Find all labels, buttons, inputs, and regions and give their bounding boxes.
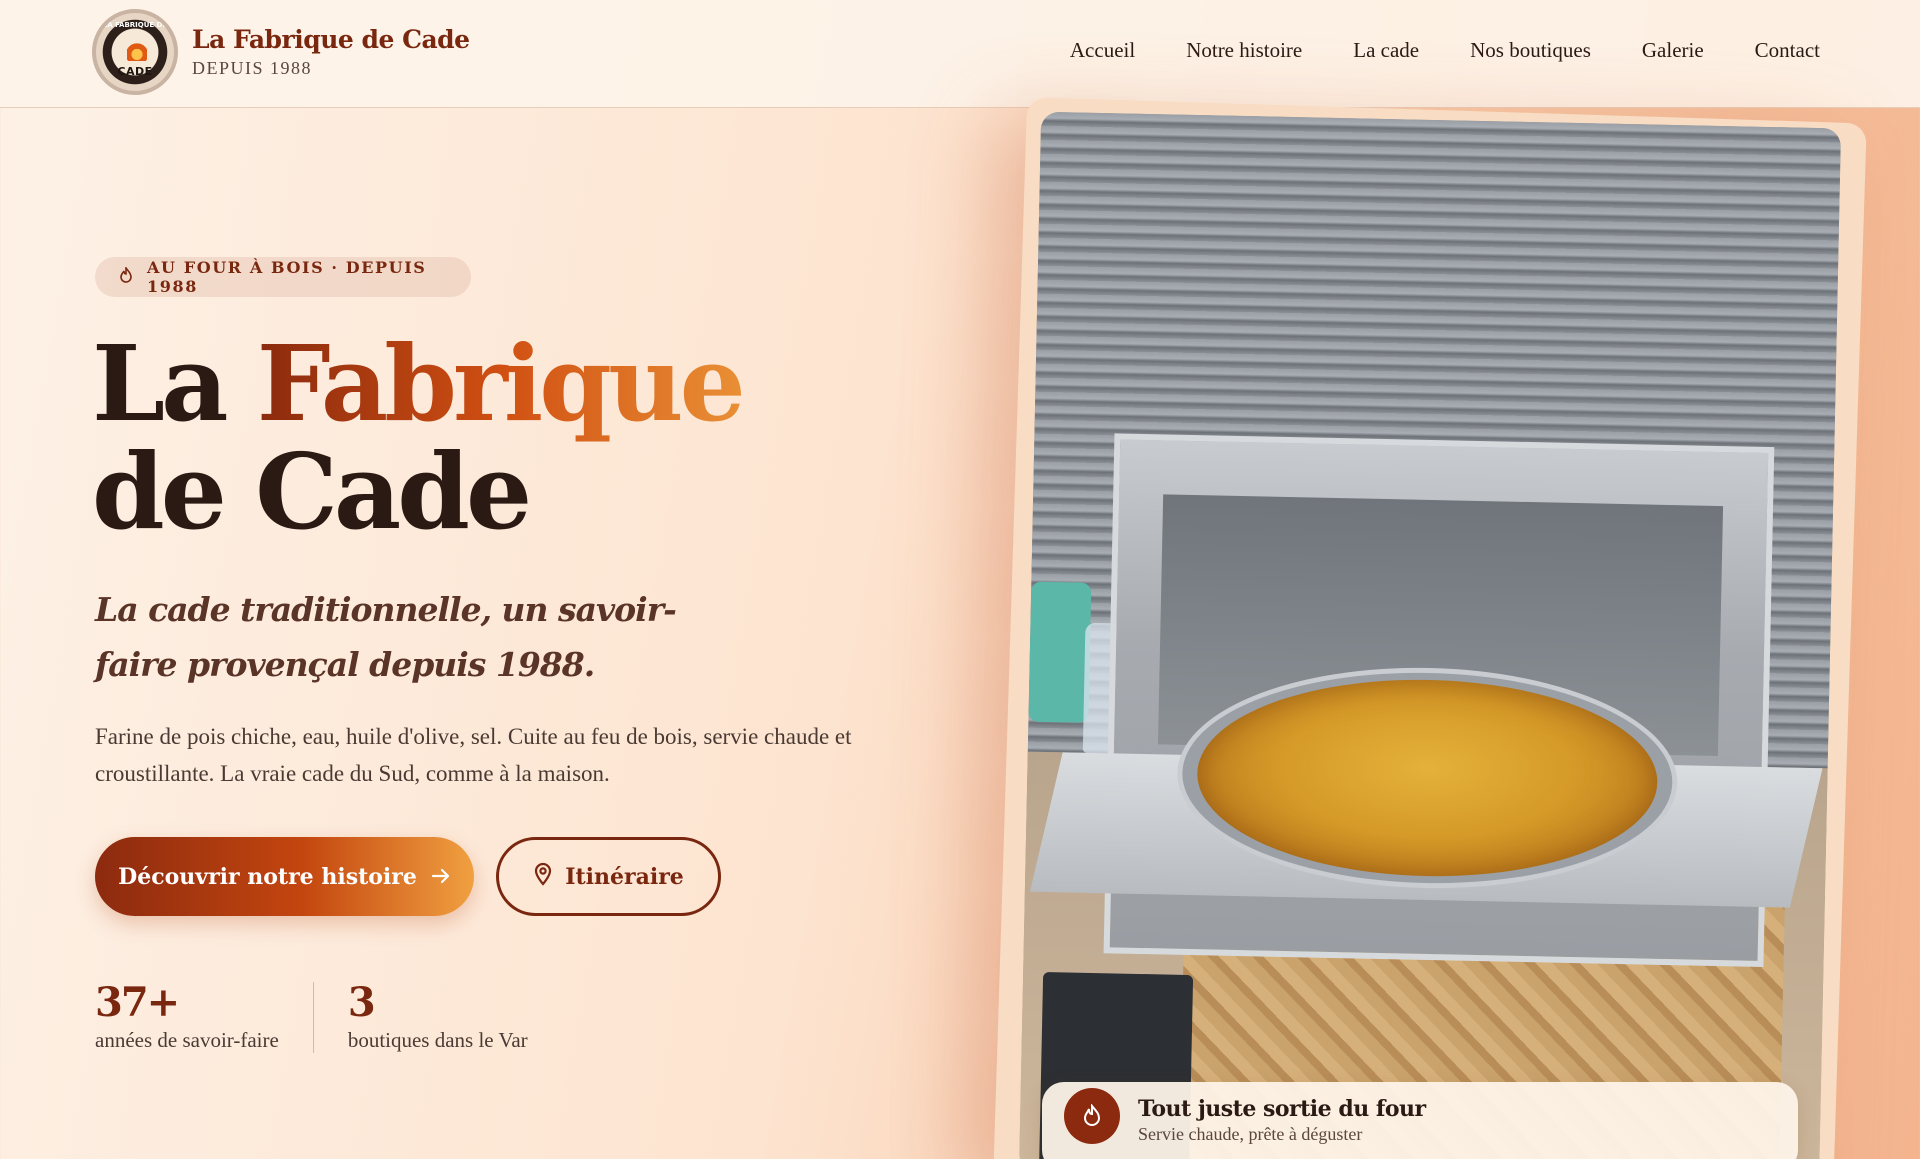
photo-caption: Tout juste sortie du four Servie chaude,… [1042, 1082, 1798, 1159]
brand-text: La Fabrique de Cade DEPUIS 1988 [192, 25, 470, 79]
itinerary-label: Itinéraire [565, 863, 684, 890]
logo-arc-text: LA FABRIQUE DE [102, 21, 168, 29]
hero-title-line2: de Cade [92, 430, 532, 553]
stat-shops: 3 boutiques dans le Var [312, 979, 562, 1053]
hero-stats: 37+ années de savoir-faire 3 boutiques d… [95, 982, 562, 1053]
arrow-right-icon [431, 864, 451, 890]
badge-label: AU FOUR À BOIS · DEPUIS 1988 [147, 258, 427, 296]
brand[interactable]: LA FABRIQUE DE CADE La Fabrique de Cade … [92, 9, 470, 95]
itinerary-button[interactable]: Itinéraire [496, 837, 721, 916]
discover-history-button[interactable]: Découvrir notre histoire [95, 837, 474, 916]
hero-description: Farine de pois chiche, eau, huile d'oliv… [95, 724, 852, 786]
nav-item-nos-boutiques[interactable]: Nos boutiques [1470, 38, 1591, 63]
site-header: LA FABRIQUE DE CADE La Fabrique de Cade … [0, 0, 1920, 108]
logo-text: CADE [117, 65, 153, 78]
brand-subtitle: DEPUIS 1988 [192, 58, 313, 78]
stat-label: années de savoir-faire [95, 1028, 279, 1052]
main-nav: Accueil Notre histoire La cade Nos bouti… [1070, 38, 1820, 63]
hero-title: La Fabrique de Cade [92, 330, 746, 546]
hero-tagline: La cade traditionnelle, un savoir- faire… [95, 582, 695, 692]
flame-icon [119, 265, 133, 287]
flame-icon [127, 39, 147, 61]
caption-title: Tout juste sortie du four [1138, 1096, 1426, 1122]
nav-item-contact[interactable]: Contact [1755, 38, 1820, 63]
photo-bag [1028, 581, 1092, 723]
nav-item-notre-histoire[interactable]: Notre histoire [1186, 38, 1302, 63]
nav-item-la-cade[interactable]: La cade [1353, 38, 1419, 63]
hero-title-highlight: Fabrique [256, 322, 746, 445]
tagline-line1: La cade traditionnelle, un savoir- [95, 590, 677, 629]
caption-subtitle: Servie chaude, prête à déguster [1138, 1124, 1363, 1144]
stat-label: boutiques dans le Var [347, 1028, 528, 1052]
hero-badge: AU FOUR À BOIS · DEPUIS 1988 [95, 257, 471, 297]
nav-item-accueil[interactable]: Accueil [1070, 38, 1135, 63]
flame-icon [1064, 1088, 1120, 1144]
hero-title-part1: La [92, 322, 257, 445]
discover-history-label: Découvrir notre histoire [118, 863, 417, 890]
stat-value: 37+ [95, 979, 180, 1026]
brand-logo: LA FABRIQUE DE CADE [92, 9, 178, 95]
map-pin-icon [533, 862, 553, 892]
hero-photo [1018, 111, 1842, 1159]
stat-years: 37+ années de savoir-faire [95, 982, 313, 1053]
nav-item-galerie[interactable]: Galerie [1642, 38, 1704, 63]
caption-text: Tout juste sortie du four Servie chaude,… [1138, 1088, 1426, 1145]
tagline-line2: faire provençal depuis 1988. [95, 645, 595, 684]
stat-value: 3 [347, 979, 376, 1026]
brand-title: La Fabrique de Cade [192, 25, 470, 54]
